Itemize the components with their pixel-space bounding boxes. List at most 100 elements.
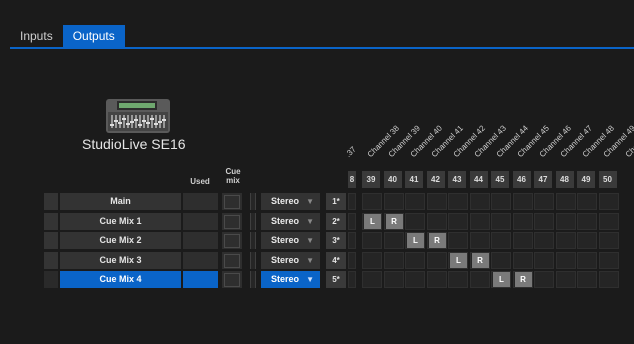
routing-cell[interactable]: [534, 232, 554, 249]
cue-mix-toggle[interactable]: [222, 212, 242, 230]
routing-cell[interactable]: [469, 212, 490, 230]
used-indicator: [183, 232, 218, 249]
routing-cell[interactable]: [362, 271, 382, 288]
routing-cell[interactable]: [469, 193, 490, 210]
used-indicator: [183, 193, 218, 210]
routing-cell[interactable]: [405, 193, 425, 210]
stereo-mode-select[interactable]: Stereo ▼: [261, 212, 320, 230]
routing-cell[interactable]: [426, 271, 447, 288]
cue-mix-checkbox[interactable]: [224, 253, 240, 268]
row-divider: [250, 212, 256, 230]
stereo-mode-select[interactable]: Stereo ▼: [261, 232, 320, 249]
routing-cell[interactable]: [555, 193, 576, 210]
routing-cell[interactable]: [598, 193, 619, 210]
routing-cell[interactable]: [448, 193, 468, 210]
routing-r-button[interactable]: R: [471, 252, 489, 268]
cue-mix-checkbox[interactable]: [224, 234, 240, 248]
routing-cell[interactable]: [383, 193, 404, 210]
routing-cell[interactable]: [405, 271, 425, 288]
routing-r-button[interactable]: R: [385, 213, 403, 229]
routing-cell[interactable]: [426, 212, 447, 230]
routing-cell[interactable]: [405, 251, 425, 269]
routing-cell[interactable]: [577, 232, 597, 249]
routing-cell[interactable]: [534, 212, 554, 230]
routing-cell[interactable]: [491, 212, 511, 230]
routing-cell[interactable]: [512, 251, 533, 269]
routing-cell[interactable]: [534, 271, 554, 288]
routing-l-button[interactable]: L: [493, 272, 510, 287]
routing-cell[interactable]: [448, 232, 468, 249]
output-number: 3*: [326, 232, 346, 249]
routing-cell[interactable]: [491, 193, 511, 210]
routing-cell[interactable]: [555, 212, 576, 230]
stereo-mode-select[interactable]: Stereo ▼: [261, 271, 320, 288]
routing-l-button[interactable]: L: [450, 252, 467, 268]
routing-cell[interactable]: [383, 232, 404, 249]
channel-number: 41: [405, 171, 423, 188]
routing-cell[interactable]: [555, 271, 576, 288]
tab-bar: Inputs Outputs: [10, 25, 125, 47]
routing-cell[interactable]: [534, 193, 554, 210]
row-handle: [44, 232, 58, 249]
routing-cell[interactable]: [348, 271, 356, 288]
routing-cell[interactable]: [348, 193, 356, 210]
routing-cell[interactable]: [448, 271, 468, 288]
routing-cell[interactable]: [598, 251, 619, 269]
used-indicator: [183, 271, 218, 288]
routing-cell[interactable]: [383, 271, 404, 288]
routing-cell[interactable]: [362, 232, 382, 249]
routing-cell[interactable]: [383, 251, 404, 269]
stereo-mode-select[interactable]: Stereo ▼: [261, 193, 320, 210]
cue-mix-toggle[interactable]: [222, 232, 242, 249]
routing-cell[interactable]: [598, 212, 619, 230]
tab-outputs[interactable]: Outputs: [62, 25, 125, 47]
routing-cell[interactable]: [512, 232, 533, 249]
mode-label: Stereo: [271, 196, 300, 206]
cue-mix-checkbox[interactable]: [224, 273, 240, 287]
routing-cell[interactable]: [469, 232, 490, 249]
routing-cell[interactable]: [362, 251, 382, 269]
cue-mix-toggle[interactable]: [222, 251, 242, 269]
cue-mix-checkbox[interactable]: [224, 195, 240, 209]
routing-cell[interactable]: [448, 212, 468, 230]
channel-number: 43: [448, 171, 466, 188]
routing-cell[interactable]: [598, 271, 619, 288]
routing-l-button[interactable]: L: [364, 213, 381, 229]
routing-cell[interactable]: [577, 212, 597, 230]
row-handle: [44, 251, 58, 269]
output-name[interactable]: Cue Mix 4: [60, 271, 181, 288]
output-name[interactable]: Main: [60, 193, 181, 210]
cue-mix-checkbox[interactable]: [224, 214, 240, 229]
routing-cell[interactable]: [348, 212, 356, 230]
routing-cell[interactable]: [555, 251, 576, 269]
routing-cell[interactable]: [348, 251, 356, 269]
routing-cell[interactable]: [405, 212, 425, 230]
routing-cell[interactable]: [598, 232, 619, 249]
tab-inputs[interactable]: Inputs: [10, 25, 63, 47]
routing-l-button[interactable]: L: [407, 233, 424, 248]
routing-cell[interactable]: [512, 193, 533, 210]
channel-number: 45: [491, 171, 509, 188]
routing-cell[interactable]: [577, 271, 597, 288]
output-name[interactable]: Cue Mix 2: [60, 232, 181, 249]
routing-cell[interactable]: [426, 193, 447, 210]
cue-mix-toggle[interactable]: [222, 193, 242, 210]
stereo-mode-select[interactable]: Stereo ▼: [261, 251, 320, 269]
routing-cell[interactable]: [491, 251, 511, 269]
routing-r-button[interactable]: R: [428, 233, 446, 248]
output-name[interactable]: Cue Mix 3: [60, 251, 181, 269]
routing-cell[interactable]: [348, 232, 356, 249]
routing-cell[interactable]: [426, 251, 447, 269]
routing-cell[interactable]: [577, 251, 597, 269]
routing-cell[interactable]: [555, 232, 576, 249]
routing-cell[interactable]: [469, 271, 490, 288]
routing-cell[interactable]: [577, 193, 597, 210]
routing-cell[interactable]: [362, 193, 382, 210]
routing-cell[interactable]: [512, 212, 533, 230]
cue-mix-toggle[interactable]: [222, 271, 242, 288]
routing-cell[interactable]: [491, 232, 511, 249]
routing-cell[interactable]: [534, 251, 554, 269]
output-name[interactable]: Cue Mix 1: [60, 212, 181, 230]
channel-number: 44: [469, 171, 488, 188]
routing-r-button[interactable]: R: [514, 272, 532, 287]
